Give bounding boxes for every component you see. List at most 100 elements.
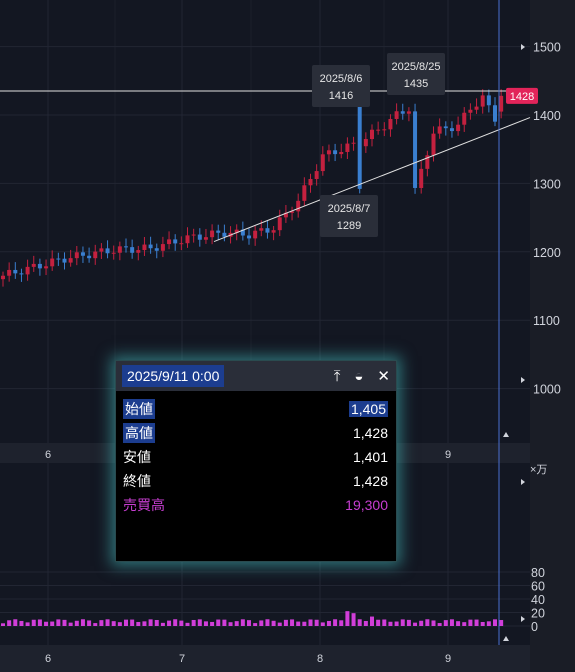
candle-body xyxy=(203,237,208,240)
volume-bar xyxy=(136,621,141,626)
candle-body xyxy=(357,102,362,189)
candle-body xyxy=(462,112,467,125)
volume-tick-label: 80 xyxy=(531,566,545,580)
volume-bar xyxy=(437,623,442,626)
candle-body xyxy=(296,200,301,212)
month-label-bottom: 9 xyxy=(445,653,451,665)
volume-bar xyxy=(210,621,215,626)
volume-bar xyxy=(216,619,221,626)
candle-body xyxy=(406,111,411,114)
candle-body xyxy=(468,109,473,113)
candle-body xyxy=(1,275,5,280)
candle-body xyxy=(56,258,61,260)
high-label: 高値 xyxy=(123,423,155,443)
candle-body xyxy=(277,217,282,231)
candle-body xyxy=(413,111,418,188)
candle-body xyxy=(486,95,491,106)
volume-bar xyxy=(443,620,448,626)
stock-chart[interactable]: 150014001300120011001000806040200×万66778… xyxy=(0,0,575,672)
volume-bar xyxy=(62,619,67,626)
style-icon[interactable]: ◒ xyxy=(354,368,363,385)
candle-body xyxy=(308,178,313,186)
volume-bar xyxy=(345,611,350,626)
volume-bar xyxy=(363,620,368,626)
candle-body xyxy=(87,255,92,259)
candle-body xyxy=(499,95,504,112)
volume-bar xyxy=(19,620,24,626)
volume-bar xyxy=(493,619,497,626)
low-row: 安値 1,401 xyxy=(116,445,396,469)
candle-body xyxy=(105,248,110,254)
close-icon[interactable]: ✕ xyxy=(377,367,390,385)
candle-body xyxy=(117,246,122,253)
volume-bar xyxy=(413,622,418,626)
volume-bar xyxy=(31,619,36,626)
candle-body xyxy=(480,95,485,107)
volume-tick-label: 20 xyxy=(531,607,545,621)
pin-icon[interactable]: ⤒ xyxy=(334,368,341,385)
volume-bar xyxy=(197,619,202,626)
price-tick-label: 1000 xyxy=(533,383,561,397)
volume-bar xyxy=(185,622,190,626)
candle-body xyxy=(351,142,356,144)
candle-body xyxy=(247,235,251,239)
volume-bar xyxy=(388,621,393,626)
volume-bar xyxy=(240,619,245,626)
volume-bar xyxy=(333,619,338,626)
high-row: 高値 1,428 xyxy=(116,421,396,445)
volume-bar xyxy=(160,622,165,626)
candle-body xyxy=(80,252,85,256)
candle-body xyxy=(99,248,104,252)
volume-bar xyxy=(68,622,73,626)
candle-body xyxy=(191,234,196,236)
month-label-bottom: 7 xyxy=(179,653,185,665)
volume-bar xyxy=(400,619,405,626)
candle-body xyxy=(44,266,49,269)
volume-tick-label: 40 xyxy=(531,593,545,607)
candle-body xyxy=(320,154,325,172)
popup-datetime: 2025/9/11 0:00 xyxy=(122,365,225,387)
volume-value: 19,300 xyxy=(345,497,388,513)
candle-body xyxy=(13,269,18,274)
volume-bar xyxy=(449,619,454,626)
candle-body xyxy=(314,171,319,179)
volume-bar xyxy=(130,619,135,626)
volume-bar xyxy=(105,619,110,626)
annotation-date: 2025/8/7 xyxy=(328,203,371,215)
candle-body xyxy=(400,111,405,114)
annotation-value: 1416 xyxy=(329,90,353,102)
volume-bar xyxy=(191,619,196,626)
volume-bar xyxy=(314,619,319,626)
candle-body xyxy=(370,129,374,140)
candle-body xyxy=(25,266,30,275)
candle-body xyxy=(185,235,190,244)
candle-body xyxy=(376,129,381,131)
volume-bar xyxy=(1,623,5,626)
volume-bar xyxy=(320,622,325,626)
volume-bar xyxy=(253,623,258,626)
volume-bar xyxy=(148,619,153,626)
candle-body xyxy=(154,248,159,251)
volume-bar xyxy=(50,621,55,626)
candle-body xyxy=(111,252,116,254)
volume-bar xyxy=(124,619,128,626)
candle-body xyxy=(345,143,350,152)
volume-bar xyxy=(474,619,479,626)
volume-bar xyxy=(80,619,85,626)
candle-body xyxy=(456,124,461,132)
volume-bar xyxy=(173,619,178,626)
open-row: 始値 1,405 xyxy=(116,397,396,421)
candle-body xyxy=(7,269,12,276)
volume-bar xyxy=(154,620,159,626)
volume-bar xyxy=(142,621,147,626)
candle-body xyxy=(493,105,497,122)
volume-bar xyxy=(370,616,374,626)
volume-bar xyxy=(308,619,313,626)
volume-bar xyxy=(339,620,344,626)
candle-body xyxy=(136,250,141,253)
volume-bar xyxy=(302,621,307,626)
low-value: 1,401 xyxy=(352,449,388,465)
volume-bar xyxy=(357,619,362,626)
volume-bar xyxy=(406,619,411,626)
volume-bar xyxy=(44,621,49,626)
